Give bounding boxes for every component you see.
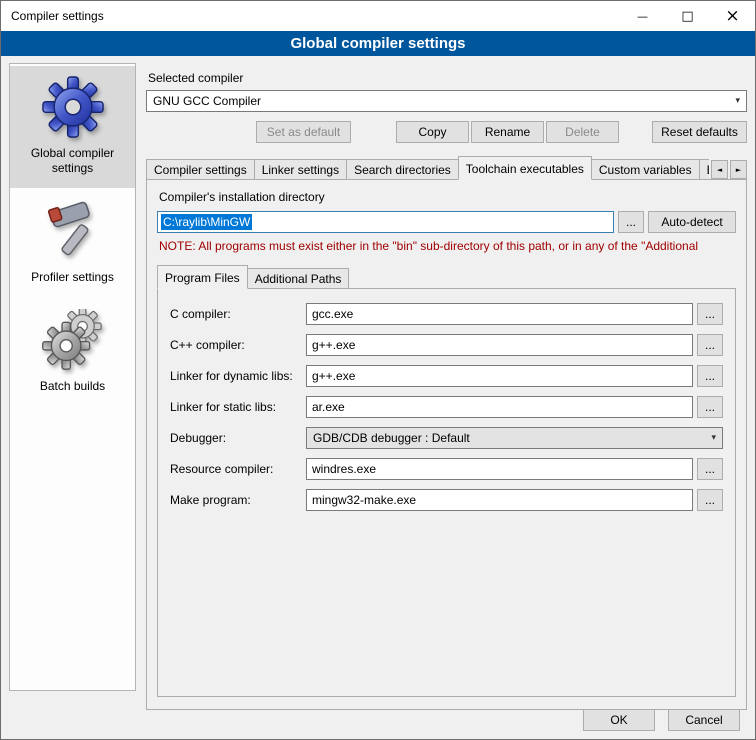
chevron-down-icon: ▾ (735, 96, 740, 106)
dialog-footer: OK Cancel (583, 709, 740, 731)
debugger-value: GDB/CDB debugger : Default (313, 431, 470, 445)
profiler-hammer-icon (42, 200, 104, 262)
program-files-page: C compiler: ... C++ compiler: ... Linker… (157, 288, 736, 697)
installation-directory-label: Compiler's installation directory (159, 190, 736, 204)
titlebar: Compiler settings — □ × (1, 1, 755, 31)
browse-dynamic-linker-button[interactable]: ... (697, 365, 723, 387)
close-icon: × (725, 6, 739, 26)
settings-tabstrip: Compiler settings Linker settings Search… (146, 156, 747, 180)
sidebar-item-label: Global compiler settings (14, 146, 131, 176)
chevron-down-icon: ▾ (711, 433, 716, 443)
delete-button: Delete (546, 121, 619, 143)
resource-compiler-input[interactable] (306, 458, 693, 480)
minimize-button[interactable]: — (620, 1, 665, 31)
auto-detect-button[interactable]: Auto-detect (648, 211, 736, 233)
sidebar-item-batch-builds[interactable]: Batch builds (10, 299, 135, 406)
compiler-actions: Set as default Copy Rename Delete Reset … (146, 121, 747, 143)
set-as-default-button: Set as default (256, 121, 351, 143)
cpp-compiler-input[interactable] (306, 334, 693, 356)
tab-linker-settings[interactable]: Linker settings (254, 159, 347, 180)
browse-resource-compiler-button[interactable]: ... (697, 458, 723, 480)
tab-program-files[interactable]: Program Files (157, 265, 248, 289)
program-files-tabstrip: Program Files Additional Paths (157, 265, 736, 289)
selected-compiler-select[interactable]: GNU GCC Compiler ▾ (146, 90, 747, 112)
arrow-right-icon: ► (736, 166, 741, 174)
tab-toolchain-executables[interactable]: Toolchain executables (458, 156, 592, 180)
minimize-icon: — (637, 10, 648, 23)
selected-compiler-label: Selected compiler (148, 71, 747, 85)
arrow-left-icon: ◄ (717, 166, 722, 174)
installation-directory-selected-text: C:\raylib\MinGW (161, 214, 252, 230)
browse-cpp-compiler-button[interactable]: ... (697, 334, 723, 356)
form-row-static-linker: Linker for static libs: ... (170, 396, 723, 418)
form-row-make-program: Make program: ... (170, 489, 723, 511)
c-compiler-input[interactable] (306, 303, 693, 325)
toolchain-executables-page: Compiler's installation directory C:\ray… (146, 179, 747, 710)
tab-search-directories[interactable]: Search directories (346, 159, 459, 180)
field-label: Debugger: (170, 431, 306, 445)
gear-icon (42, 76, 104, 138)
field-label: C++ compiler: (170, 338, 306, 352)
inner-tabs-container: Program Files Additional Paths (157, 265, 736, 289)
sidebar-item-global-compiler-settings[interactable]: Global compiler settings (10, 66, 135, 188)
tabs-container: Compiler settings Linker settings Search… (146, 156, 709, 180)
sidebar-item-profiler-settings[interactable]: Profiler settings (10, 190, 135, 297)
static-libs-linker-input[interactable] (306, 396, 693, 418)
make-program-input[interactable] (306, 489, 693, 511)
ok-button[interactable]: OK (583, 709, 655, 731)
installation-note: NOTE: All programs must exist either in … (159, 239, 736, 253)
copy-button[interactable]: Copy (396, 121, 469, 143)
form-row-resource-compiler: Resource compiler: ... (170, 458, 723, 480)
browse-static-linker-button[interactable]: ... (697, 396, 723, 418)
installation-directory-row: C:\raylib\MinGW ... Auto-detect (157, 211, 736, 233)
field-label: C compiler: (170, 307, 306, 321)
tab-build-options[interactable]: Build (699, 159, 709, 180)
reset-defaults-button[interactable]: Reset defaults (652, 121, 747, 143)
dialog-heading: Global compiler settings (1, 31, 755, 56)
batch-builds-gears-icon (42, 309, 104, 371)
field-label: Make program: (170, 493, 306, 507)
field-label: Linker for dynamic libs: (170, 369, 306, 383)
installation-directory-input[interactable]: C:\raylib\MinGW (157, 211, 614, 233)
settings-category-list: Global compiler settings Profiler settin… (9, 63, 136, 691)
compiler-settings-window: Compiler settings — □ × Global compiler … (0, 0, 756, 740)
form-row-cpp-compiler: C++ compiler: ... (170, 334, 723, 356)
form-row-c-compiler: C compiler: ... (170, 303, 723, 325)
dynamic-libs-linker-input[interactable] (306, 365, 693, 387)
close-button[interactable]: × (710, 1, 755, 31)
field-label: Resource compiler: (170, 462, 306, 476)
debugger-select[interactable]: GDB/CDB debugger : Default ▾ (306, 427, 723, 449)
sidebar-item-label: Batch builds (40, 379, 105, 394)
browse-directory-button[interactable]: ... (618, 211, 644, 233)
browse-make-program-button[interactable]: ... (697, 489, 723, 511)
tab-custom-variables[interactable]: Custom variables (591, 159, 700, 180)
maximize-icon: □ (681, 9, 693, 24)
window-title: Compiler settings (1, 9, 620, 23)
tab-scroll-right-button[interactable]: ► (730, 160, 747, 179)
tab-scroll-left-button[interactable]: ◄ (711, 160, 728, 179)
maximize-button[interactable]: □ (665, 1, 710, 31)
tab-compiler-settings[interactable]: Compiler settings (146, 159, 255, 180)
field-label: Linker for static libs: (170, 400, 306, 414)
selected-compiler-value: GNU GCC Compiler (153, 94, 261, 108)
tab-additional-paths[interactable]: Additional Paths (247, 268, 350, 289)
rename-button[interactable]: Rename (471, 121, 544, 143)
cancel-button[interactable]: Cancel (668, 709, 740, 731)
sidebar-item-label: Profiler settings (31, 270, 114, 285)
browse-c-compiler-button[interactable]: ... (697, 303, 723, 325)
form-row-debugger: Debugger: GDB/CDB debugger : Default ▾ (170, 427, 723, 449)
form-row-dynamic-linker: Linker for dynamic libs: ... (170, 365, 723, 387)
main-panel: Selected compiler GNU GCC Compiler ▾ Set… (146, 63, 747, 710)
